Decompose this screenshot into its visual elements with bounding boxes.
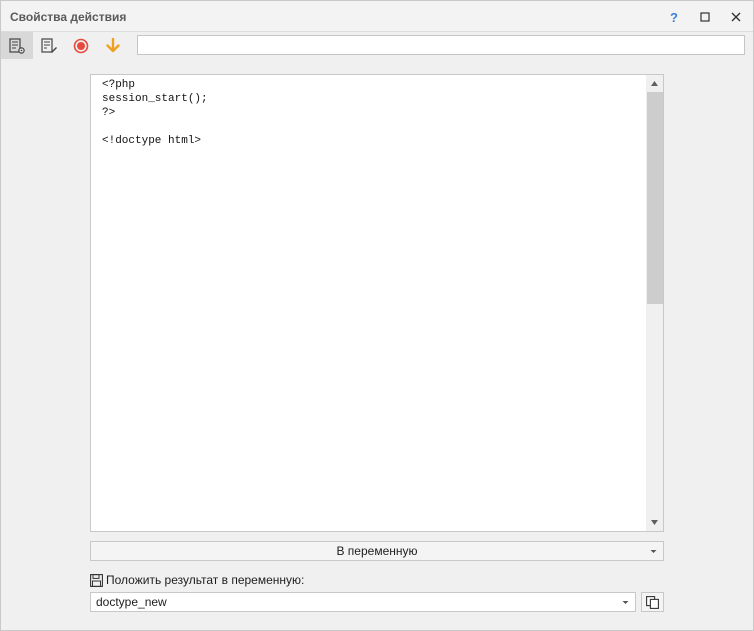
- action-name-input[interactable]: [137, 35, 745, 55]
- record-icon: [73, 38, 89, 53]
- result-variable-value: doctype_new: [96, 595, 167, 609]
- scroll-up-button[interactable]: [646, 75, 663, 92]
- arrow-down-button[interactable]: [97, 32, 129, 59]
- edit-note-button[interactable]: [33, 32, 65, 59]
- help-icon: ?: [670, 9, 678, 25]
- chevron-down-icon: [622, 593, 629, 616]
- action-settings-button[interactable]: [1, 32, 33, 59]
- result-label-row: Положить результат в переменную:: [90, 572, 304, 588]
- maximize-button[interactable]: [695, 7, 715, 27]
- output-mode-value: В переменную: [336, 544, 418, 558]
- action-settings-icon: [9, 37, 25, 54]
- scroll-down-button[interactable]: [646, 514, 663, 531]
- result-label: Положить результат в переменную:: [106, 573, 305, 587]
- close-button[interactable]: [726, 7, 746, 27]
- triangle-up-icon: [651, 81, 658, 86]
- variable-picker-button[interactable]: [641, 592, 664, 612]
- chevron-down-icon: [650, 542, 657, 565]
- editor-scrollbar[interactable]: [646, 75, 663, 531]
- code-text[interactable]: <?php session_start(); ?> <!doctype html…: [102, 78, 208, 148]
- save-icon: [90, 573, 103, 587]
- result-variable-combobox[interactable]: doctype_new: [90, 592, 636, 612]
- record-button[interactable]: [65, 32, 97, 59]
- action-properties-window: Свойства действия ? <?php session_start(…: [0, 0, 754, 631]
- arrow-down-icon: [106, 37, 120, 52]
- close-icon: [731, 12, 741, 22]
- copy-icon: [646, 595, 659, 609]
- maximize-icon: [700, 12, 710, 22]
- code-editor[interactable]: <?php session_start(); ?> <!doctype html…: [90, 74, 664, 532]
- output-mode-dropdown[interactable]: В переменную: [90, 541, 664, 561]
- scrollbar-thumb[interactable]: [647, 92, 663, 304]
- edit-note-icon: [41, 37, 57, 53]
- window-title: Свойства действия: [10, 10, 127, 24]
- triangle-down-icon: [651, 520, 658, 525]
- title-bar: Свойства действия ?: [1, 1, 753, 32]
- help-button[interactable]: ?: [664, 7, 684, 27]
- toolbar: [1, 32, 753, 59]
